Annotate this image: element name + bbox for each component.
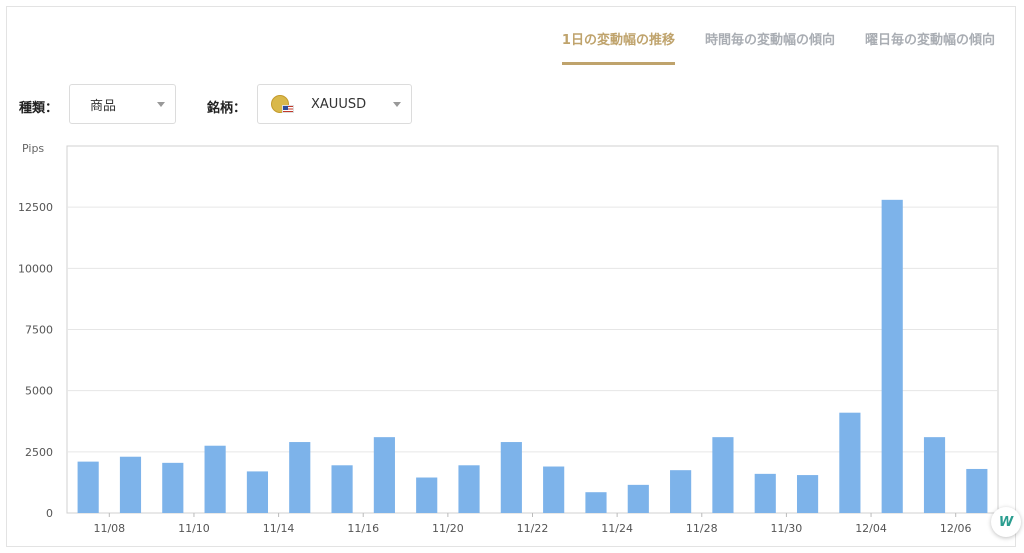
bar xyxy=(77,461,99,513)
x-tick-label: 11/08 xyxy=(93,522,125,535)
bar xyxy=(119,456,142,513)
y-tick-label: 10000 xyxy=(18,262,53,275)
bar xyxy=(543,466,565,513)
bar xyxy=(627,484,649,513)
x-tick-label: 12/04 xyxy=(855,522,887,535)
x-tick-label: 11/10 xyxy=(178,522,210,535)
bar xyxy=(331,465,353,513)
bar xyxy=(162,462,184,513)
bar xyxy=(754,473,776,513)
widget-logo-icon[interactable]: W xyxy=(991,507,1021,537)
x-tick-label: 11/16 xyxy=(347,522,379,535)
bar xyxy=(500,442,522,513)
y-tick-label: 12500 xyxy=(18,201,53,214)
bar xyxy=(289,442,311,513)
bar xyxy=(204,445,226,513)
bar xyxy=(458,465,480,513)
bar xyxy=(923,437,946,513)
x-tick-label: 11/22 xyxy=(517,522,549,535)
bar xyxy=(373,437,395,513)
bar xyxy=(712,437,734,513)
bar xyxy=(796,475,819,513)
x-tick-label: 11/28 xyxy=(686,522,718,535)
bar xyxy=(416,477,438,513)
y-tick-label: 5000 xyxy=(25,385,53,398)
bar-chart: Pips 0 2500 5000 7500 10000 12500 11/08 11/10 11… xyxy=(18,142,999,535)
bar xyxy=(966,468,988,513)
bar xyxy=(246,471,269,513)
bar xyxy=(585,492,607,513)
bar xyxy=(839,412,861,513)
x-tick-label: 11/14 xyxy=(263,522,295,535)
y-axis-label: Pips xyxy=(22,142,44,155)
x-tick-label: 11/20 xyxy=(432,522,464,535)
x-tick-label: 11/24 xyxy=(601,522,633,535)
y-tick-label: 2500 xyxy=(25,446,53,459)
x-tick-label: 11/30 xyxy=(771,522,803,535)
y-tick-label: 7500 xyxy=(25,324,53,337)
bar xyxy=(670,470,692,513)
bar xyxy=(881,199,903,513)
y-tick-label: 0 xyxy=(46,507,53,520)
x-tick-label: 12/06 xyxy=(940,522,972,535)
